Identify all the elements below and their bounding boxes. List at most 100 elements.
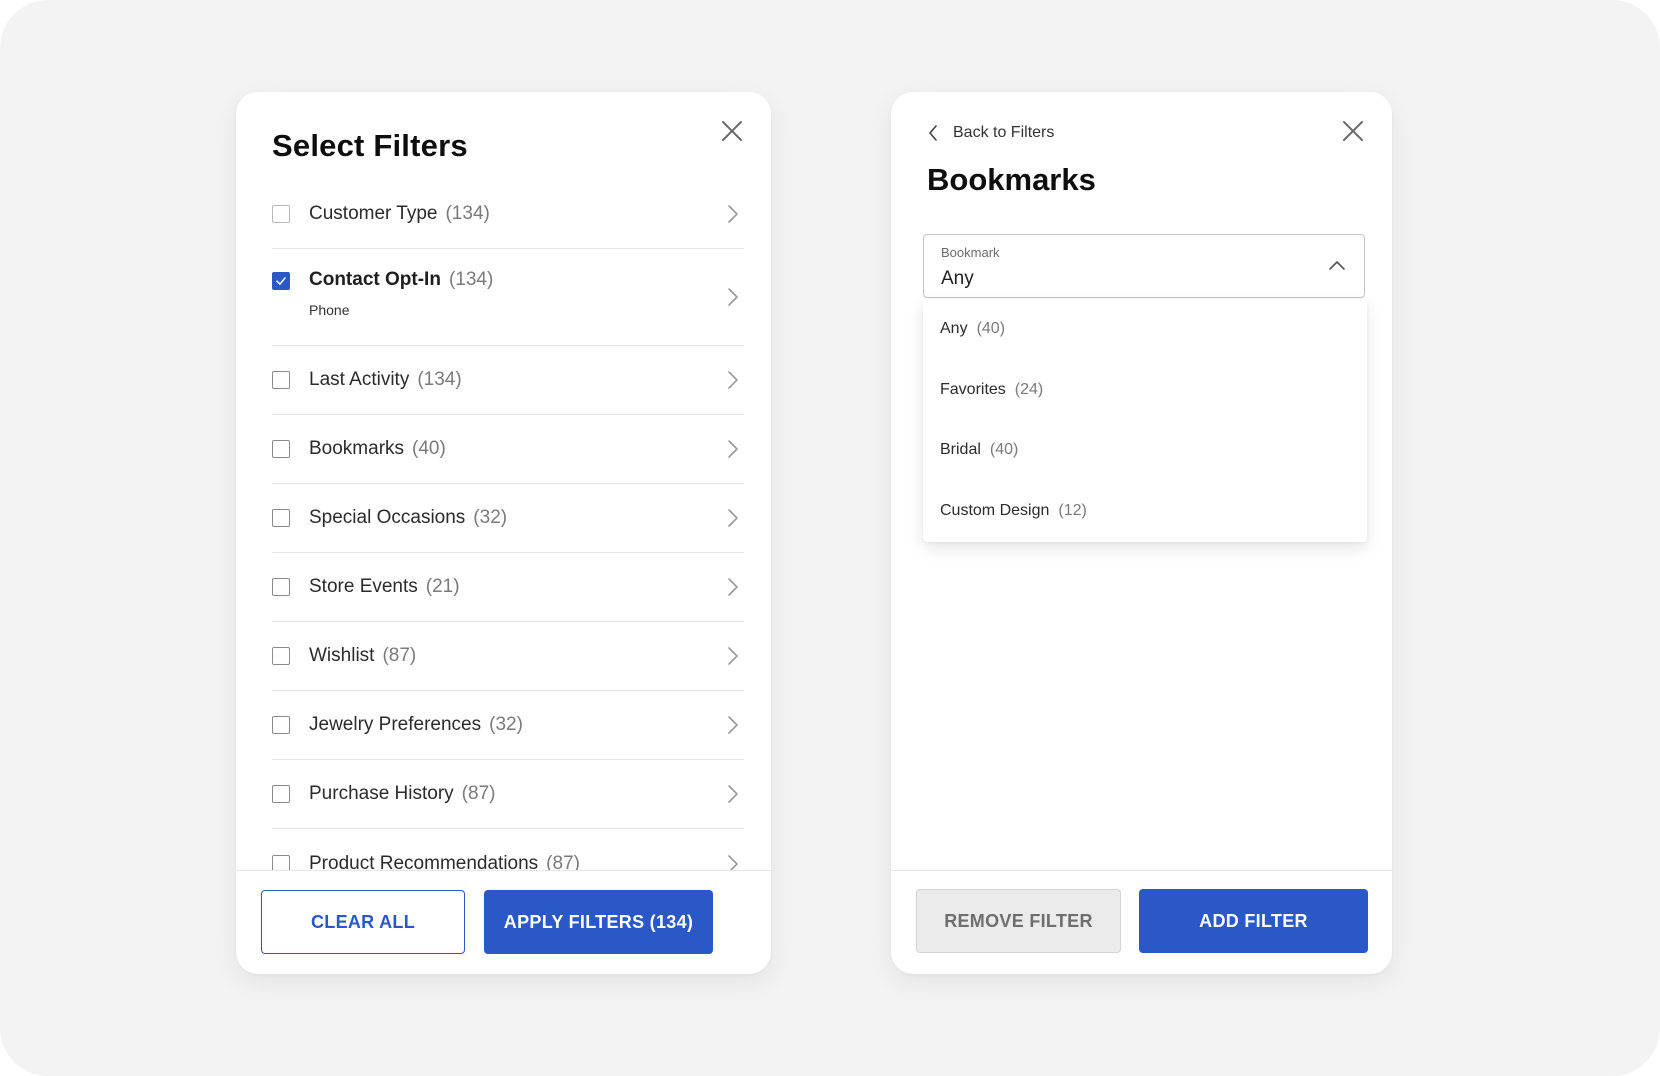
option-label: Any (940, 320, 968, 338)
filter-label-line: Purchase History (87) (309, 783, 495, 805)
filter-label: Customer Type (309, 203, 438, 224)
dropdown-option[interactable]: Bridal (40) (923, 420, 1367, 481)
filter-label-line: Wishlist (87) (309, 645, 416, 667)
filter-label-line: Bookmarks (40) (309, 438, 446, 460)
close-icon (722, 121, 742, 141)
filter-row[interactable]: Wishlist (87) (272, 622, 744, 691)
chevron-right-icon (728, 578, 738, 596)
select-filters-panel: Select Filters Customer Type (134) Contact… (236, 92, 771, 974)
filter-count: (134) (445, 203, 490, 224)
filter-count: (87) (546, 852, 580, 871)
filter-text: Purchase History (87) (309, 783, 495, 805)
chevron-right-icon (728, 509, 738, 527)
filter-row[interactable]: Special Occasions (32) (272, 484, 744, 553)
select-value: Any (941, 268, 974, 289)
filter-text: Contact Opt-In (134) Phone (309, 269, 493, 318)
add-filter-button[interactable]: ADD FILTER (1139, 889, 1368, 953)
checkmark-icon (276, 277, 286, 285)
filter-count: (21) (425, 576, 460, 597)
filter-count: (40) (412, 438, 446, 459)
filter-label-line: Special Occasions (32) (309, 507, 507, 529)
filter-checkbox[interactable] (272, 785, 290, 803)
filter-checkbox[interactable] (272, 371, 290, 389)
filter-count: (134) (448, 269, 494, 290)
back-label: Back to Filters (953, 124, 1055, 141)
filter-label: Product Recommendations (309, 852, 539, 871)
filter-count: (32) (489, 714, 523, 735)
filter-label-line: Jewelry Preferences (32) (309, 714, 523, 736)
filter-text: Store Events (21) (309, 576, 460, 598)
filter-label: Wishlist (309, 645, 375, 666)
back-to-filters-link[interactable]: Back to Filters (927, 124, 1054, 142)
chevron-right-icon (728, 785, 738, 803)
filter-checkbox[interactable] (272, 578, 290, 596)
footer-divider (236, 870, 771, 871)
select-label: Bookmark (941, 245, 1000, 260)
filter-row[interactable]: Jewelry Preferences (32) (272, 691, 744, 760)
filter-checkbox[interactable] (272, 440, 290, 458)
option-label: Favorites (940, 380, 1006, 398)
bookmark-select[interactable]: Bookmark Any (923, 234, 1365, 298)
filter-label-line: Customer Type (134) (309, 203, 490, 225)
filter-count: (134) (417, 369, 462, 390)
chevron-left-icon (929, 125, 937, 141)
clear-all-button[interactable]: CLEAR ALL (261, 890, 465, 954)
remove-filter-button[interactable]: REMOVE FILTER (916, 889, 1121, 953)
filter-checkbox[interactable] (272, 205, 290, 223)
filter-checkbox[interactable] (272, 509, 290, 527)
chevron-right-icon (728, 440, 738, 458)
filter-label-line: Last Activity (134) (309, 369, 462, 391)
filter-checkbox[interactable] (272, 716, 290, 734)
filter-label: Purchase History (309, 783, 454, 804)
bookmarks-panel: Back to Filters Bookmarks Bookmark Any A… (891, 92, 1392, 974)
filter-checkbox[interactable] (272, 854, 290, 870)
filter-row[interactable]: Contact Opt-In (134) Phone (272, 249, 744, 346)
filter-row[interactable]: Product Recommendations (87) (272, 829, 744, 870)
filter-row[interactable]: Last Activity (134) (272, 346, 744, 415)
filter-row[interactable]: Purchase History (87) (272, 760, 744, 829)
dropdown-option[interactable]: Custom Design (12) (923, 481, 1367, 542)
chevron-right-icon (728, 716, 738, 734)
filter-text: Bookmarks (40) (309, 438, 446, 460)
chevron-up-icon (1329, 261, 1345, 270)
chevron-right-icon (728, 854, 738, 870)
filter-text: Jewelry Preferences (32) (309, 714, 523, 736)
filter-label: Bookmarks (309, 438, 405, 459)
filter-sublabel: Phone (309, 302, 350, 318)
dropdown-option[interactable]: Any (40) (923, 299, 1367, 360)
close-button[interactable] (1338, 116, 1368, 146)
filter-row[interactable]: Store Events (21) (272, 553, 744, 622)
close-button[interactable] (717, 116, 747, 146)
filter-label-line: Contact Opt-In (134) (309, 269, 493, 291)
panel-title: Select Filters (272, 128, 468, 163)
filter-checkbox[interactable] (272, 272, 290, 290)
option-count: (40) (989, 441, 1019, 459)
chevron-right-icon (728, 205, 738, 223)
filter-text: Wishlist (87) (309, 645, 416, 667)
filter-checkbox[interactable] (272, 647, 290, 665)
option-label: Custom Design (940, 501, 1050, 519)
option-count: (12) (1058, 501, 1087, 519)
filter-count: (87) (382, 645, 417, 666)
apply-filters-button[interactable]: APPLY FILTERS (134) (484, 890, 713, 954)
close-icon (1343, 121, 1363, 141)
chevron-right-icon (728, 288, 738, 306)
filter-count: (32) (473, 507, 508, 528)
filter-label: Store Events (309, 576, 418, 597)
filter-row[interactable]: Customer Type (134) (272, 180, 744, 249)
filter-count: (87) (461, 783, 496, 804)
dropdown-option[interactable]: Favorites (24) (923, 360, 1367, 421)
chevron-right-icon (728, 371, 738, 389)
option-count: (24) (1014, 380, 1044, 398)
footer-divider (891, 870, 1392, 871)
filter-label-line: Store Events (21) (309, 576, 460, 598)
chevron-right-icon (728, 647, 738, 665)
filter-row[interactable]: Bookmarks (40) (272, 415, 744, 484)
filter-text: Last Activity (134) (309, 369, 462, 391)
filter-text: Special Occasions (32) (309, 507, 507, 529)
filter-label: Jewelry Preferences (309, 714, 482, 735)
option-label: Bridal (940, 441, 981, 459)
filter-label: Contact Opt-In (309, 269, 441, 290)
filter-text: Product Recommendations (87) (309, 853, 580, 871)
page-background: Select Filters Customer Type (134) Contact… (0, 0, 1660, 1076)
